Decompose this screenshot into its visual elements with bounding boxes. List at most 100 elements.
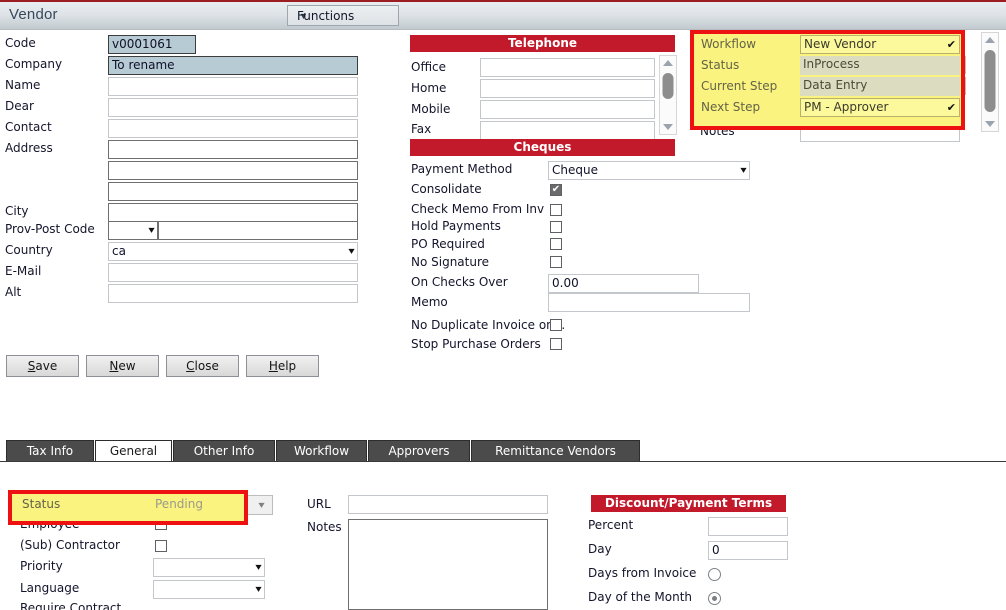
help-button[interactable]: Help bbox=[246, 355, 319, 377]
code-input[interactable]: v0001061 bbox=[108, 35, 196, 54]
percent-input[interactable] bbox=[708, 517, 788, 536]
status-select-arrow[interactable]: ▾ bbox=[247, 495, 273, 515]
workflow-scrollbar[interactable] bbox=[981, 32, 999, 132]
contact-input[interactable] bbox=[108, 119, 358, 138]
on-checks-over-input[interactable]: 0.00 bbox=[548, 274, 699, 293]
address-line1-input[interactable] bbox=[108, 140, 358, 159]
scroll-down-arrow-icon[interactable] bbox=[663, 124, 673, 130]
language-select[interactable]: ▾ bbox=[153, 580, 265, 599]
address-line3-input[interactable] bbox=[108, 182, 358, 201]
memo-input[interactable] bbox=[548, 293, 750, 312]
save-button[interactable]: Save bbox=[6, 355, 79, 377]
telephone-section-header: Telephone bbox=[410, 35, 675, 52]
check-memo-from-inv-checkbox[interactable] bbox=[550, 204, 562, 216]
label-prov-post-code: Prov-Post Code bbox=[5, 222, 95, 236]
workflow-status-value: InProcess bbox=[800, 56, 960, 75]
label-workflow: Workflow bbox=[701, 37, 757, 51]
city-input[interactable] bbox=[108, 203, 358, 222]
label-consolidate: Consolidate bbox=[411, 182, 482, 196]
telephone-scrollbar[interactable] bbox=[659, 55, 677, 135]
day-of-the-month-radio[interactable] bbox=[708, 592, 721, 605]
tab-other-info[interactable]: Other Info bbox=[173, 440, 275, 461]
label-fax: Fax bbox=[411, 122, 432, 136]
label-language: Language bbox=[20, 581, 80, 595]
scroll-down-arrow-icon[interactable] bbox=[985, 121, 995, 127]
days-from-invoice-radio[interactable] bbox=[708, 568, 721, 581]
help-button-label: Help bbox=[268, 359, 297, 373]
functions-dropdown-button[interactable]: Functions ▼ bbox=[287, 5, 399, 26]
label-next-step: Next Step bbox=[701, 100, 761, 114]
label-current-step: Current Step bbox=[701, 79, 778, 93]
scrollbar-thumb[interactable] bbox=[662, 73, 674, 99]
home-phone-input[interactable] bbox=[480, 79, 655, 98]
label-office: Office bbox=[411, 60, 447, 74]
stop-purchase-orders-checkbox[interactable] bbox=[550, 338, 562, 350]
close-button[interactable]: Close bbox=[166, 355, 239, 377]
label-contact: Contact bbox=[5, 120, 52, 134]
prov-select[interactable]: ▾ bbox=[108, 221, 158, 240]
company-input[interactable]: To rename bbox=[108, 56, 358, 75]
fax-input[interactable] bbox=[480, 121, 655, 140]
workflow-select[interactable]: New Vendor ✔ bbox=[800, 35, 960, 54]
page-title: Vendor bbox=[9, 6, 58, 23]
consolidate-checkbox[interactable] bbox=[550, 184, 562, 196]
chevron-down-icon: ▾ bbox=[148, 225, 155, 236]
country-select[interactable]: ca ▾ bbox=[108, 242, 358, 261]
email-input[interactable] bbox=[108, 263, 358, 282]
label-memo: Memo bbox=[411, 295, 448, 309]
sub-contractor-checkbox[interactable] bbox=[155, 540, 167, 552]
name-input[interactable] bbox=[108, 77, 358, 96]
payment-method-value: Cheque bbox=[552, 163, 598, 177]
discount-payment-terms-header: Discount/Payment Terms bbox=[591, 495, 786, 512]
day-input[interactable]: 0 bbox=[708, 541, 788, 560]
postal-code-input[interactable] bbox=[158, 221, 358, 240]
label-city: City bbox=[5, 204, 29, 218]
tab-workflow[interactable]: Workflow bbox=[276, 440, 367, 461]
tab-approvers[interactable]: Approvers bbox=[368, 440, 470, 461]
chevron-down-icon: ▾ bbox=[258, 499, 266, 511]
functions-dropdown-label: Functions bbox=[297, 8, 355, 23]
tab-remittance-vendors[interactable]: Remittance Vendors bbox=[471, 440, 640, 461]
employee-checkbox[interactable] bbox=[155, 518, 167, 530]
label-name: Name bbox=[5, 78, 41, 92]
general-notes-textarea[interactable] bbox=[348, 519, 548, 610]
label-home: Home bbox=[411, 81, 447, 95]
priority-select[interactable]: ▾ bbox=[153, 558, 265, 577]
next-step-select[interactable]: PM - Approver ✔ bbox=[800, 98, 960, 117]
label-payment-method: Payment Method bbox=[411, 162, 513, 176]
po-required-checkbox[interactable] bbox=[550, 238, 562, 250]
label-stop-purchase-orders: Stop Purchase Orders bbox=[411, 337, 541, 351]
dear-input[interactable] bbox=[108, 98, 358, 117]
address-line2-input[interactable] bbox=[108, 161, 358, 180]
tab-general[interactable]: General bbox=[95, 440, 172, 462]
no-signature-checkbox[interactable] bbox=[550, 256, 562, 268]
label-company: Company bbox=[5, 57, 63, 71]
label-on-checks-over: On Checks Over bbox=[411, 275, 508, 289]
workflow-notes-input[interactable] bbox=[800, 123, 960, 142]
office-phone-input[interactable] bbox=[480, 58, 655, 77]
alt-input[interactable] bbox=[108, 284, 358, 303]
label-address: Address bbox=[5, 141, 53, 155]
scrollbar-thumb[interactable] bbox=[984, 50, 996, 112]
check-icon: ✔ bbox=[946, 38, 956, 51]
payment-method-select[interactable]: Cheque ▾ bbox=[548, 161, 750, 180]
chevron-down-icon: ▾ bbox=[348, 246, 355, 257]
tab-tax-info[interactable]: Tax Info bbox=[6, 440, 94, 461]
label-hold-payments: Hold Payments bbox=[411, 219, 501, 233]
chevron-down-icon: ▾ bbox=[255, 584, 262, 595]
url-input[interactable] bbox=[348, 495, 548, 514]
chevron-down-icon: ▾ bbox=[255, 562, 262, 573]
label-percent: Percent bbox=[588, 518, 634, 532]
no-duplicate-invoice-checkbox[interactable] bbox=[550, 319, 562, 331]
scroll-up-arrow-icon[interactable] bbox=[663, 60, 673, 66]
cheques-section-header: Cheques bbox=[410, 139, 675, 156]
mobile-phone-input[interactable] bbox=[480, 100, 655, 119]
hold-payments-checkbox[interactable] bbox=[550, 221, 562, 233]
current-step-value: Data Entry bbox=[800, 77, 960, 96]
scroll-up-arrow-icon[interactable] bbox=[985, 37, 995, 43]
new-button[interactable]: New bbox=[86, 355, 159, 377]
label-alt: Alt bbox=[5, 285, 22, 299]
label-email: E-Mail bbox=[5, 264, 42, 278]
label-require-contract: Require Contract bbox=[20, 601, 122, 610]
next-step-select-value: PM - Approver bbox=[804, 100, 889, 114]
